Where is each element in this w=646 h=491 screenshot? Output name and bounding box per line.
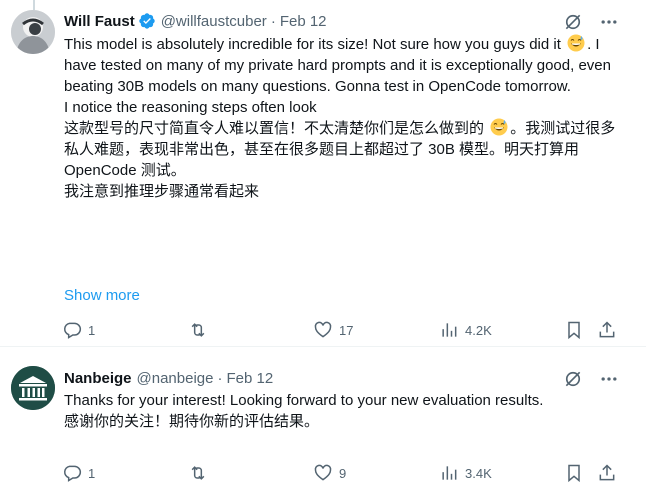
grinning-sweat-emoji-icon bbox=[567, 34, 585, 52]
tweet-actions: 1 9 3.4K bbox=[62, 463, 622, 485]
bookmark-button[interactable] bbox=[564, 320, 584, 340]
reply-count: 1 bbox=[88, 465, 96, 481]
share-button[interactable] bbox=[597, 320, 617, 340]
show-more-link[interactable]: Show more bbox=[64, 287, 140, 304]
like-count: 17 bbox=[339, 322, 354, 338]
tweet-date[interactable]: Feb 12 bbox=[280, 13, 327, 30]
thread-connector bbox=[33, 0, 35, 10]
more-options-icon[interactable] bbox=[598, 368, 620, 390]
tweet-paragraph: I notice the reasoning steps often look bbox=[64, 99, 317, 116]
author-name[interactable]: Nanbeige bbox=[64, 370, 132, 387]
reply-icon bbox=[64, 322, 82, 339]
tweet-paragraph-translated: 我注意到推理步骤通常看起来 bbox=[64, 183, 260, 200]
view-count: 4.2K bbox=[465, 322, 492, 338]
nanbeige-logo-avatar-icon bbox=[11, 366, 55, 410]
user-photo-avatar-icon bbox=[11, 10, 55, 54]
reply-icon bbox=[64, 465, 82, 482]
like-button[interactable]: 9 bbox=[313, 463, 346, 483]
tweet-text: This model is absolutely incredible for … bbox=[64, 34, 624, 202]
tweet-text: Thanks for your interest! Looking forwar… bbox=[64, 390, 624, 432]
grinning-sweat-emoji-icon bbox=[490, 118, 508, 136]
tweet-actions: 1 17 4.2K bbox=[62, 320, 622, 342]
share-icon bbox=[599, 464, 615, 481]
bookmark-icon bbox=[568, 464, 580, 483]
heart-icon bbox=[314, 321, 332, 338]
like-count: 9 bbox=[339, 465, 347, 481]
tweet[interactable]: Nanbeige @nanbeige · Feb 12 Thanks for y… bbox=[0, 348, 646, 491]
analytics-icon bbox=[442, 323, 457, 337]
author-handle[interactable]: @nanbeige bbox=[137, 370, 214, 387]
retweet-button[interactable] bbox=[188, 320, 214, 340]
like-button[interactable]: 17 bbox=[313, 320, 353, 340]
reply-button[interactable]: 1 bbox=[62, 320, 95, 340]
tweet-paragraph: This model is absolutely incredible for … bbox=[64, 34, 611, 95]
heart-icon bbox=[314, 464, 332, 481]
separator: · bbox=[217, 369, 223, 387]
author-handle[interactable]: @willfaustcuber bbox=[161, 13, 267, 30]
tweet-top-actions bbox=[562, 11, 620, 33]
retweet-button[interactable] bbox=[188, 463, 214, 483]
reply-button[interactable]: 1 bbox=[62, 463, 95, 483]
tweet-date[interactable]: Feb 12 bbox=[226, 370, 273, 387]
more-options-icon[interactable] bbox=[598, 11, 620, 33]
tweet-paragraph: Thanks for your interest! Looking forwar… bbox=[64, 392, 544, 409]
view-count: 3.4K bbox=[465, 465, 492, 481]
tweet-header: Will Faust @willfaustcuber · Feb 12 bbox=[64, 11, 327, 31]
share-button[interactable] bbox=[597, 463, 617, 483]
tweet-paragraph-translated: 感谢你的关注！期待你新的评估结果。 bbox=[64, 413, 320, 430]
avatar[interactable] bbox=[11, 10, 55, 54]
grok-icon[interactable] bbox=[562, 11, 584, 33]
reply-count: 1 bbox=[88, 322, 96, 338]
views-button[interactable]: 4.2K bbox=[439, 320, 492, 340]
retweet-icon bbox=[191, 323, 205, 337]
tweet[interactable]: Will Faust @willfaustcuber · Feb 12 This… bbox=[0, 0, 646, 347]
share-icon bbox=[599, 321, 615, 338]
grok-icon[interactable] bbox=[562, 368, 584, 390]
tweet-header: Nanbeige @nanbeige · Feb 12 bbox=[64, 368, 273, 388]
retweet-icon bbox=[191, 466, 205, 480]
verified-badge-icon bbox=[138, 12, 156, 30]
views-button[interactable]: 3.4K bbox=[439, 463, 492, 483]
bookmark-button[interactable] bbox=[564, 463, 584, 483]
tweet-top-actions bbox=[562, 368, 620, 390]
author-name[interactable]: Will Faust bbox=[64, 13, 135, 30]
tweet-paragraph-translated: 这款型号的尺寸简直令人难以置信！不太清楚你们是怎么做到的 。我测试过很多私人难题… bbox=[64, 118, 616, 179]
separator: · bbox=[270, 12, 276, 30]
bookmark-icon bbox=[568, 321, 580, 340]
analytics-icon bbox=[442, 466, 457, 480]
avatar[interactable] bbox=[11, 366, 55, 410]
